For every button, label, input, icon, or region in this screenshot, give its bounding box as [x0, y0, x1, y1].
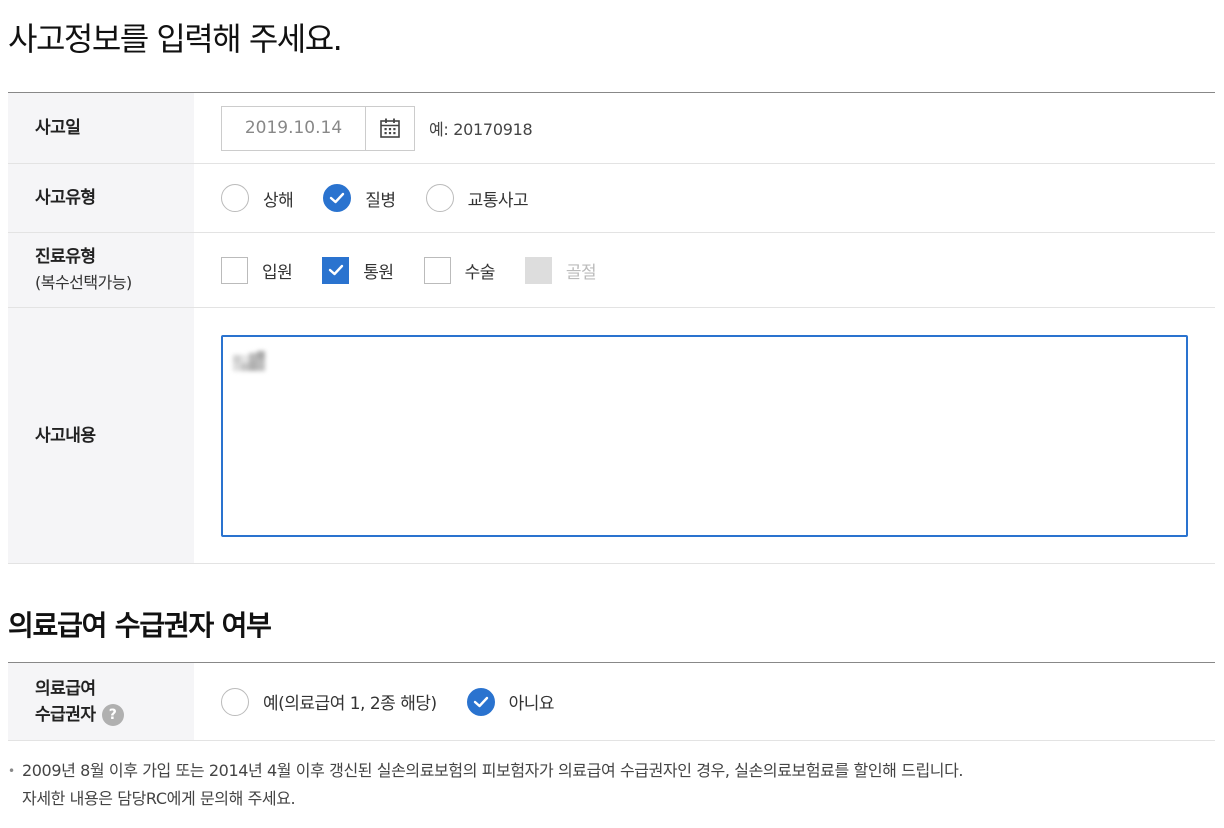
benefit-label-line2: 수급권자: [35, 704, 96, 725]
accident-date-hint: 예: 20170918: [429, 120, 533, 139]
accident-type-option-traffic[interactable]: 교통사고: [425, 184, 529, 212]
accident-content-row: 사고내용: [8, 308, 1215, 564]
option-label: 상해: [263, 190, 294, 211]
benefit-form-table: 의료급여 수급권자? 예(의료급여 1, 2종 해당) 아니요: [8, 662, 1215, 741]
help-icon[interactable]: ?: [101, 703, 124, 726]
option-label: 수술: [464, 262, 496, 283]
accident-date-row: 사고일 2019.10.14 예: 20170918: [8, 93, 1215, 164]
care-type-option-surgery[interactable]: 수술: [423, 256, 496, 284]
calendar-icon: [380, 118, 400, 138]
benefit-label: 의료급여 수급권자?: [8, 663, 194, 740]
accident-date-field[interactable]: 2019.10.14: [221, 105, 415, 151]
accident-type-row: 사고유형 상해 질병 교통사고: [8, 164, 1215, 233]
benefit-option-yes[interactable]: 예(의료급여 1, 2종 해당): [221, 687, 437, 716]
notice-line-2: 자세한 내용은 담당RC에게 문의해 주세요.: [22, 789, 296, 808]
notice-line-1: 2009년 8월 이후 가입 또는 2014년 4월 이후 갱신된 실손의료보험…: [22, 761, 964, 780]
checkbox-unchecked[interactable]: [221, 256, 248, 284]
care-type-option-fracture: 골절: [524, 256, 597, 284]
radio-checked[interactable]: [466, 687, 495, 716]
notice-text: • 2009년 8월 이후 가입 또는 2014년 4월 이후 갱신된 실손의료…: [8, 757, 964, 813]
redacted-text: [233, 350, 275, 377]
radio-checked[interactable]: [323, 184, 352, 212]
accident-content-textarea[interactable]: [221, 334, 1188, 537]
care-type-row: 진료유형 (복수선택가능) 입원 통원 수술 골절: [8, 233, 1215, 308]
care-type-option-inpatient[interactable]: 입원: [221, 256, 293, 284]
radio-unchecked[interactable]: [425, 184, 454, 212]
benefit-row: 의료급여 수급권자? 예(의료급여 1, 2종 해당) 아니요: [8, 663, 1215, 741]
section-title-benefit: 의료급여 수급권자 여부: [8, 609, 272, 642]
care-type-option-outpatient[interactable]: 통원: [322, 256, 394, 284]
accident-content-label: 사고내용: [8, 308, 194, 563]
check-icon: [328, 264, 343, 276]
calendar-button[interactable]: [366, 107, 414, 150]
care-type-sublabel: (복수선택가능): [35, 273, 132, 292]
option-label: 골절: [565, 262, 597, 283]
option-label: 예(의료급여 1, 2종 해당): [263, 694, 437, 714]
accident-date-label: 사고일: [8, 93, 194, 163]
option-label: 통원: [363, 262, 394, 283]
option-label: 아니요: [508, 694, 555, 714]
checkbox-unchecked[interactable]: [423, 256, 451, 284]
accident-type-option-injury[interactable]: 상해: [221, 184, 294, 212]
radio-unchecked[interactable]: [221, 184, 249, 212]
option-label: 입원: [262, 262, 293, 283]
benefit-label-line2-wrap: 수급권자?: [35, 702, 194, 728]
option-label: 질병: [365, 190, 396, 211]
bullet-icon: •: [8, 764, 15, 778]
care-type-title: 진료유형: [35, 247, 96, 267]
accident-form-table: 사고일 2019.10.14 예: 20170918 사고유형 상해 질병 교통…: [8, 92, 1215, 564]
checkbox-disabled: [524, 256, 552, 284]
page-title: 사고정보를 입력해 주세요.: [8, 20, 343, 58]
benefit-option-no[interactable]: 아니요: [466, 687, 555, 716]
accident-date-input[interactable]: 2019.10.14: [222, 106, 366, 150]
radio-unchecked[interactable]: [221, 687, 249, 716]
accident-type-option-disease[interactable]: 질병: [323, 184, 396, 212]
care-type-label: 진료유형 (복수선택가능): [8, 233, 194, 307]
check-icon: [473, 696, 488, 707]
check-icon: [330, 192, 345, 204]
checkbox-checked[interactable]: [322, 256, 350, 284]
accident-type-label: 사고유형: [8, 164, 194, 232]
benefit-label-line1: 의료급여: [35, 678, 96, 699]
option-label: 교통사고: [467, 190, 529, 211]
